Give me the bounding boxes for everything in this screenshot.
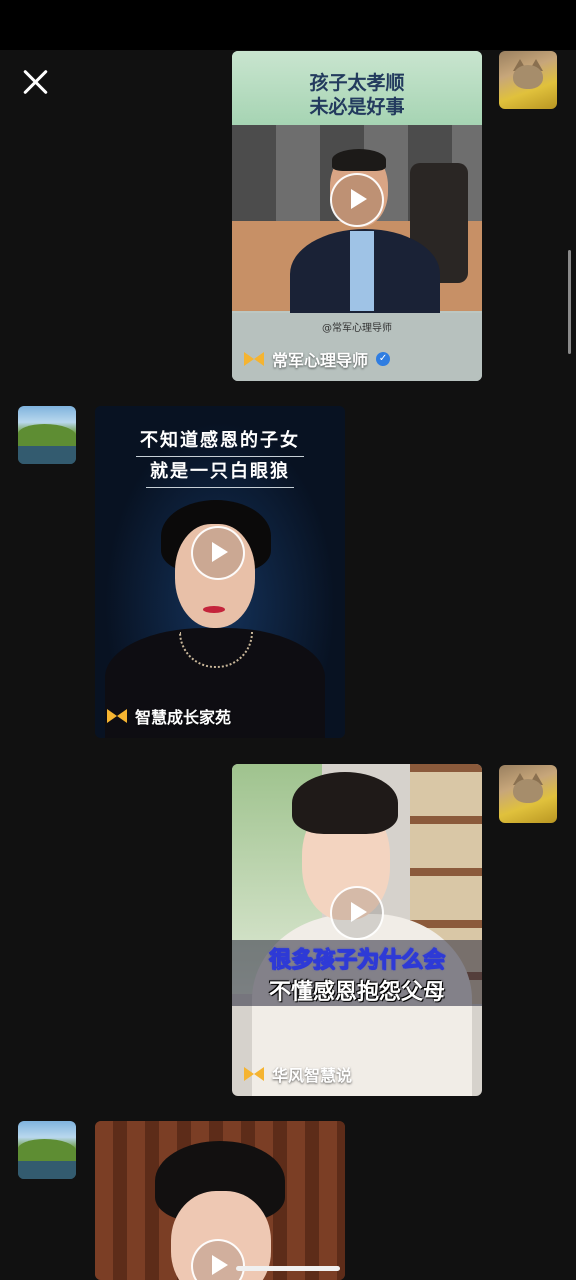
user-avatar[interactable] [499,765,557,823]
video-message-card[interactable]: 不知道感恩的子女 就是一只白眼狼 智慧成长家苑 [95,406,345,738]
contact-avatar[interactable] [18,406,76,464]
play-icon[interactable] [191,526,245,580]
presenter-hair [332,149,386,171]
video-caption: 很多孩子为什么会 不懂感恩抱怨父母 [232,946,482,1010]
video-message-card[interactable]: 孩子太孝顺 未必是好事 @常军心理导师 常军心理导师 ✓ [232,51,482,381]
verified-icon: ✓ [376,352,391,366]
user-avatar[interactable] [499,51,557,109]
video-message-card[interactable] [95,1121,345,1280]
video-watermark: @常军心理导师 [322,323,392,334]
home-indicator[interactable] [236,1266,340,1271]
video-author: 华风智慧说 [244,1062,352,1086]
play-icon[interactable] [330,886,384,940]
video-caption-line: 孩子太孝顺 [309,72,405,94]
status-bar [0,0,576,50]
bowtie-logo-icon [107,709,127,723]
video-author: 常军心理导师 ✓ [244,347,391,371]
video-caption-line: 不知道感恩的子女 [136,426,304,457]
video-caption: 不知道感恩的子女 就是一只白眼狼 [95,426,345,488]
video-caption: 孩子太孝顺 未必是好事 [232,71,482,119]
video-caption-line: 就是一只白眼狼 [146,457,294,488]
presenter-shirt [350,231,374,311]
presenter-hair [292,772,398,834]
bowtie-logo-icon [244,352,264,366]
video-author: 智慧成长家苑 [107,704,231,728]
contact-avatar[interactable] [18,1121,76,1179]
video-caption-line: 未必是好事 [309,96,405,118]
video-message-card[interactable]: 很多孩子为什么会 不懂感恩抱怨父母 华风智慧说 [232,764,482,1096]
video-caption-line: 不懂感恩抱怨父母 [268,980,445,1005]
close-icon[interactable] [20,66,52,98]
presenter-lips [203,606,225,613]
author-name: 智慧成长家苑 [135,708,232,727]
video-caption-line: 很多孩子为什么会 [268,948,445,974]
scrollbar[interactable] [568,250,571,354]
play-icon[interactable] [330,173,384,227]
author-name: 华风智慧说 [272,1066,353,1085]
bowtie-logo-icon [244,1067,264,1081]
author-name: 常军心理导师 [272,351,369,370]
